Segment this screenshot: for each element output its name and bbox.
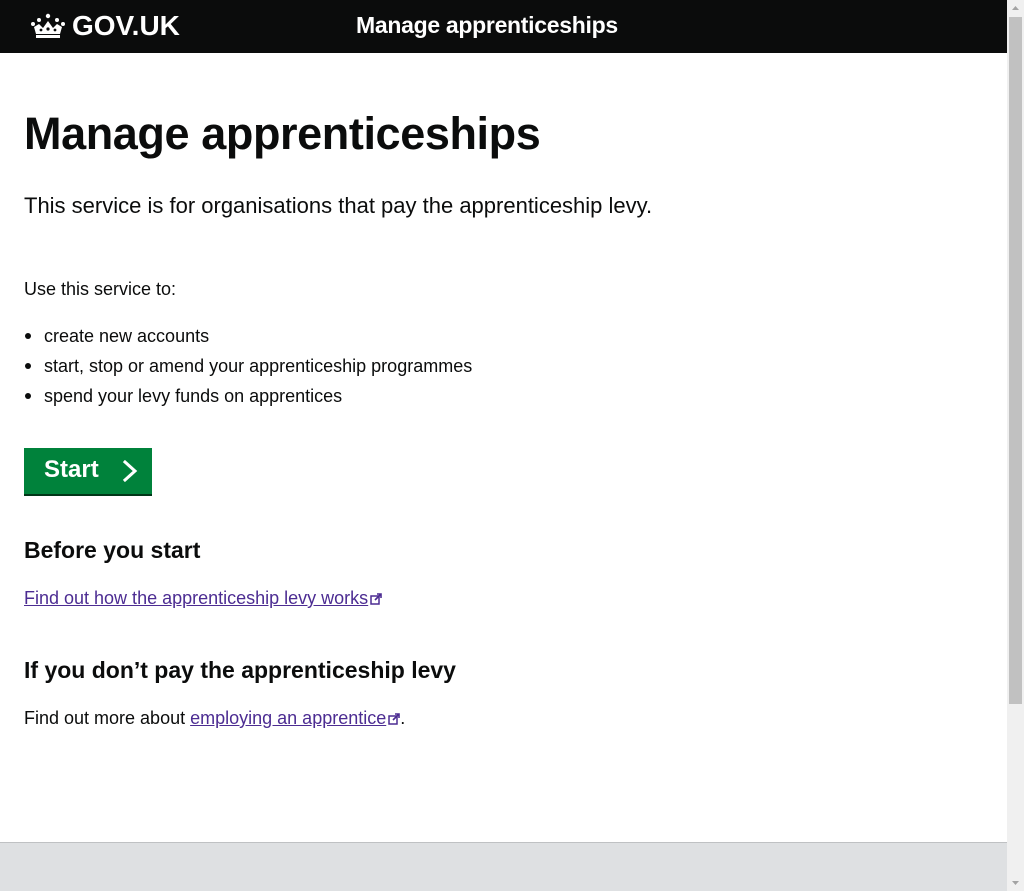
vertical-scrollbar[interactable] (1007, 0, 1024, 891)
site-header: GOV.UK Manage apprenticeships (0, 0, 1007, 53)
find-out-more-paragraph: Find out more about employing an apprent… (24, 706, 405, 730)
levy-link-text: Find out how the apprenticeship levy wor… (24, 588, 369, 608)
apprenticeship-levy-link[interactable]: Find out how the apprenticeship levy wor… (24, 588, 382, 608)
scroll-up-arrow-icon[interactable] (1007, 0, 1024, 17)
list-item: spend your levy funds on apprentices (24, 381, 472, 411)
logo-text: GOV.UK (72, 10, 180, 41)
levy-link-paragraph: Find out how the apprenticeship levy wor… (24, 586, 382, 610)
chevron-right-icon (122, 460, 138, 482)
site-footer (0, 842, 1007, 891)
external-link-icon (388, 713, 401, 725)
not-pay-levy-heading: If you don’t pay the apprenticeship levy (24, 657, 456, 683)
page-title: Manage apprenticeships (24, 108, 541, 159)
employing-apprentice-link[interactable]: employing an apprentice (190, 708, 401, 728)
intro-text: Use this service to: (24, 279, 177, 299)
page: GOV.UK Manage apprenticeships Manage app… (0, 0, 1007, 891)
sentence-end: . (400, 708, 406, 728)
crown-icon (31, 13, 65, 38)
start-button[interactable]: Start (24, 448, 152, 494)
list-item: create new accounts (24, 321, 472, 351)
govuk-logo-link[interactable]: GOV.UK (30, 9, 180, 43)
scroll-down-arrow-icon[interactable] (1007, 874, 1024, 891)
list-item: start, stop or amend your apprenticeship… (24, 351, 472, 381)
service-uses-list: create new accounts start, stop or amend… (24, 321, 472, 411)
scrollbar-thumb[interactable] (1009, 17, 1022, 704)
find-out-more-text: Find out more about (24, 708, 191, 728)
service-name-link[interactable]: Manage apprenticeships (356, 12, 618, 39)
employ-link-text: employing an apprentice (190, 708, 387, 728)
start-button-label: Start (44, 456, 99, 483)
lede-paragraph: This service is for organisations that p… (24, 193, 653, 218)
external-link-icon (370, 593, 382, 605)
before-you-start-heading: Before you start (24, 537, 201, 563)
